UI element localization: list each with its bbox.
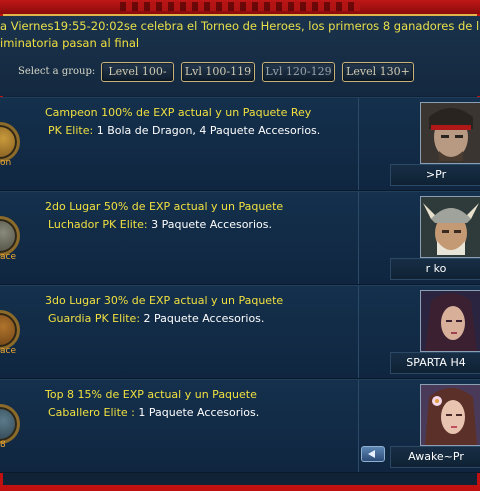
ranking-row-third: ace 3do Lugar 30% de EXP actual y un Paq… [0,285,480,379]
row-divider [358,192,359,284]
reward-description: Luchador PK Elite: 3 Paquete Accesorios. [48,218,272,231]
bronze-medal-icon [0,310,20,350]
reward-title: Campeon 100% de EXP actual y un Paquete … [45,106,312,119]
reward-class: Guardia PK Elite: [48,312,141,325]
tournament-announcement: a Viernes19:55-20:02se celebra el Torneo… [0,18,480,58]
group-select-label: Select a group: [18,66,96,77]
reward-items: 2 Paquete Accesorios. [140,312,265,325]
reward-title: Top 8 15% de EXP actual y un Paquete [45,388,257,401]
gold-medal-icon [0,122,20,162]
group-button-level-100-minus[interactable]: Level 100- [101,62,174,82]
row-divider [358,380,359,472]
reward-items: 3 Paquete Accesorios. [147,218,272,231]
medal-label: 8 [0,440,6,450]
row-divider [358,286,359,378]
ranking-row-top8: 8 Top 8 15% de EXP actual y un Paquete C… [0,379,480,473]
reward-items: 1 Bola de Dragon, 4 Paquete Accesorios. [93,124,321,137]
medal-label: ace [0,252,17,262]
dark-haired-woman-portrait [420,290,480,352]
player-name: Awake~Pr [390,446,480,468]
player-name: >Pr [390,164,480,186]
frame-ornament [120,2,360,11]
reward-class: Caballero Elite : [48,406,135,419]
group-button-lvl-120-129[interactable]: Lvl 120-129 [262,62,335,82]
reward-description: Guardia PK Elite: 2 Paquete Accesorios. [48,312,264,325]
reward-class: PK Elite: [48,124,94,137]
ranking-row-champion: on Campeon 100% de EXP actual y un Paque… [0,97,480,191]
top8-medal-icon [0,404,20,444]
player-name: r ko [390,258,480,280]
row-divider [358,98,359,190]
announcement-line-2: iminatoria pasan al final [0,36,140,50]
window-bottom-frame [0,485,480,491]
reward-title: 2do Lugar 50% de EXP actual y un Paquete [45,200,284,213]
window-top-frame [0,0,480,16]
flower-woman-portrait [420,384,480,446]
reward-title: 3do Lugar 30% de EXP actual y un Paquete [45,294,284,307]
warrior-headband-portrait [420,102,480,164]
back-arrow-button[interactable] [361,446,385,462]
viking-helmet-portrait [420,196,480,258]
silver-medal-icon [0,216,20,256]
medal-label: on [0,158,12,168]
medal-label: ace [0,346,17,356]
announcement-line-1: a Viernes19:55-20:02se celebra el Torneo… [0,19,480,33]
player-name: SPARTA H4 [390,352,480,374]
ranking-row-second: ace 2do Lugar 50% de EXP actual y un Paq… [0,191,480,285]
reward-description: PK Elite: 1 Bola de Dragon, 4 Paquete Ac… [48,124,320,137]
group-button-lvl-100-119[interactable]: Lvl 100-119 [181,62,255,82]
group-button-level-130-plus[interactable]: Level 130+ [342,62,414,82]
reward-items: 1 Paquete Accesorios. [134,406,260,419]
reward-class: Luchador PK Elite: [48,218,148,231]
reward-description: Caballero Elite : 1 Paquete Accesorios. [48,406,259,419]
